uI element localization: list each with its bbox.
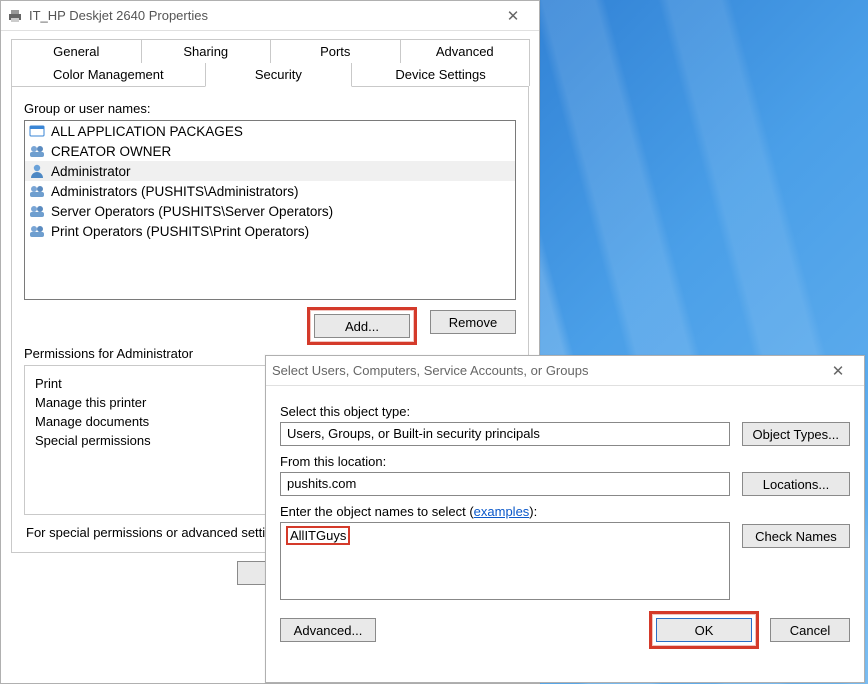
- group-icon: [29, 143, 45, 159]
- titlebar[interactable]: IT_HP Deskjet 2640 Properties ✕: [1, 1, 539, 31]
- group-icon: [29, 183, 45, 199]
- list-item-label: ALL APPLICATION PACKAGES: [51, 124, 243, 139]
- object-type-label: Select this object type:: [280, 404, 850, 419]
- window-title: IT_HP Deskjet 2640 Properties: [29, 8, 493, 23]
- dialog-title: Select Users, Computers, Service Account…: [272, 363, 818, 378]
- printer-icon: [7, 8, 23, 24]
- list-item[interactable]: ALL APPLICATION PACKAGES: [25, 121, 515, 141]
- tabstrip: General Sharing Ports Advanced Color Man…: [11, 39, 529, 87]
- tab-device-settings[interactable]: Device Settings: [351, 63, 530, 86]
- select-users-dialog: Select Users, Computers, Service Account…: [265, 355, 865, 683]
- object-type-field: Users, Groups, or Built-in security prin…: [280, 422, 730, 446]
- principals-listbox[interactable]: ALL APPLICATION PACKAGES CREATOR OWNER A…: [24, 120, 516, 300]
- list-item-label: Administrator: [51, 164, 131, 179]
- list-item[interactable]: Server Operators (PUSHITS\Server Operato…: [25, 201, 515, 221]
- object-types-button[interactable]: Object Types...: [742, 422, 850, 446]
- add-button[interactable]: Add...: [314, 314, 410, 338]
- cancel-button[interactable]: Cancel: [770, 618, 850, 642]
- list-item[interactable]: Administrators (PUSHITS\Administrators): [25, 181, 515, 201]
- list-item-label: Server Operators (PUSHITS\Server Operato…: [51, 204, 333, 219]
- enter-names-label: Enter the object names to select (exampl…: [280, 504, 850, 519]
- remove-button[interactable]: Remove: [430, 310, 516, 334]
- from-location-label: From this location:: [280, 454, 850, 469]
- titlebar[interactable]: Select Users, Computers, Service Account…: [266, 356, 864, 386]
- object-names-input[interactable]: AllITGuys: [280, 522, 730, 600]
- list-item[interactable]: Print Operators (PUSHITS\Print Operators…: [25, 221, 515, 241]
- list-item-label: CREATOR OWNER: [51, 144, 171, 159]
- package-icon: [29, 123, 45, 139]
- check-names-button[interactable]: Check Names: [742, 524, 850, 548]
- tab-ports[interactable]: Ports: [270, 39, 401, 63]
- examples-link[interactable]: examples: [474, 504, 530, 519]
- group-user-names-label: Group or user names:: [24, 101, 516, 116]
- locations-button[interactable]: Locations...: [742, 472, 850, 496]
- list-item[interactable]: Administrator: [25, 161, 515, 181]
- list-item-label: Administrators (PUSHITS\Administrators): [51, 184, 299, 199]
- tab-advanced[interactable]: Advanced: [400, 39, 531, 63]
- group-icon: [29, 223, 45, 239]
- list-item[interactable]: CREATOR OWNER: [25, 141, 515, 161]
- advanced-button[interactable]: Advanced...: [280, 618, 376, 642]
- close-icon[interactable]: ✕: [493, 1, 533, 31]
- list-item-label: Print Operators (PUSHITS\Print Operators…: [51, 224, 309, 239]
- entered-name: AllITGuys: [287, 527, 349, 544]
- group-icon: [29, 203, 45, 219]
- tab-color-management[interactable]: Color Management: [11, 63, 206, 86]
- ok-button[interactable]: OK: [656, 618, 752, 642]
- user-icon: [29, 163, 45, 179]
- close-icon[interactable]: ✕: [818, 356, 858, 386]
- tab-security[interactable]: Security: [205, 63, 352, 87]
- from-location-field: pushits.com: [280, 472, 730, 496]
- tab-general[interactable]: General: [11, 39, 142, 63]
- tab-sharing[interactable]: Sharing: [141, 39, 272, 63]
